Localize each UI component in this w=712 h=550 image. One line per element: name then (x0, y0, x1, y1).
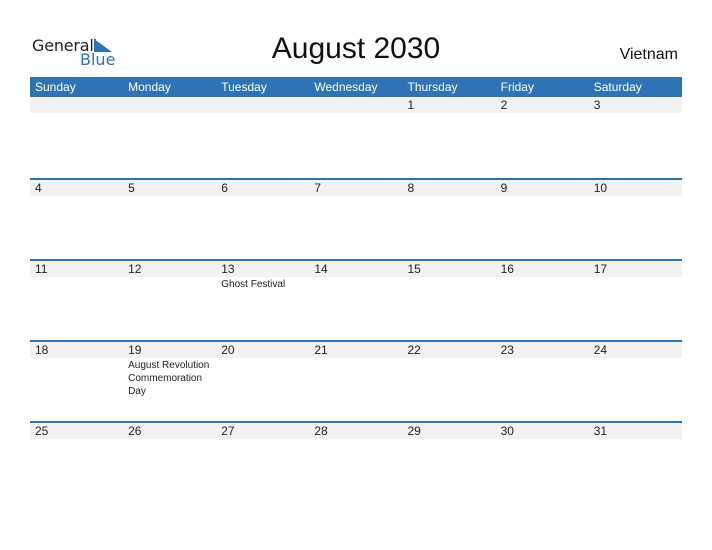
day-cell (123, 97, 216, 113)
day-number: 14 (314, 262, 328, 276)
day-number: 9 (500, 181, 508, 195)
day-cell: 7 (309, 180, 402, 196)
day-number: 7 (314, 181, 322, 195)
day-cell: 24 (589, 342, 682, 398)
weeks-container: 1 2 3 4 5 6 7 8 9 10 11 12 13 Ghost Festival 14 15 16 17 1… (30, 97, 682, 502)
day-cell: 10 (589, 180, 682, 196)
week-row: 25 26 27 28 29 30 31 (30, 421, 682, 502)
day-cell: 17 (589, 261, 682, 291)
day-cell: 6 (216, 180, 309, 196)
day-number: 21 (314, 343, 328, 357)
day-cell: 26 (123, 423, 216, 439)
day-number: 23 (500, 343, 514, 357)
day-cell: 9 (496, 180, 589, 196)
day-number: 19 (128, 343, 142, 357)
day-number: 22 (407, 343, 421, 357)
day-number (128, 97, 216, 113)
day-number: 18 (35, 343, 49, 357)
day-number: 5 (128, 181, 135, 195)
week-days: 4 5 6 7 8 9 10 (30, 180, 682, 196)
weekday-wednesday: Wednesday (314, 80, 378, 94)
week-row: 4 5 6 7 8 9 10 (30, 178, 682, 259)
day-number: 27 (221, 424, 235, 438)
day-number: 29 (407, 424, 421, 438)
day-cell: 18 (30, 342, 123, 398)
day-number: 31 (593, 424, 608, 438)
day-cell: 27 (216, 423, 309, 439)
day-cell: 25 (30, 423, 123, 439)
day-number: 1 (407, 98, 415, 112)
day-cell: 31 (589, 423, 682, 439)
day-number: 26 (128, 424, 142, 438)
week-days: 11 12 13 Ghost Festival 14 15 16 17 (30, 261, 682, 291)
day-number (314, 97, 402, 113)
day-cell: 8 (403, 180, 496, 196)
day-number: 10 (593, 181, 608, 195)
weekday-sunday: Sunday (35, 80, 76, 94)
day-number: 2 (500, 98, 508, 112)
day-cell: 1 (403, 97, 496, 113)
day-number: 17 (593, 262, 608, 276)
holiday-event: August Revolution Commemoration Day (128, 360, 210, 397)
day-cell (309, 97, 402, 113)
day-cell: 16 (496, 261, 589, 291)
day-cell: 3 (589, 97, 682, 113)
day-number: 11 (35, 262, 48, 276)
day-cell (30, 97, 123, 113)
day-number: 13 (221, 262, 235, 276)
weekday-header: Sunday Monday Tuesday Wednesday Thursday… (30, 77, 682, 97)
day-number (35, 97, 123, 113)
week-days: 1 2 3 (30, 97, 682, 113)
day-cell: 23 (496, 342, 589, 398)
day-cell: 14 (309, 261, 402, 291)
day-number (221, 97, 309, 113)
week-days: 25 26 27 28 29 30 31 (30, 423, 682, 439)
day-cell: 20 (216, 342, 309, 398)
day-cell: 22 (403, 342, 496, 398)
week-row: 11 12 13 Ghost Festival 14 15 16 17 (30, 259, 682, 340)
day-number: 16 (500, 262, 514, 276)
day-number: 24 (593, 343, 608, 357)
week-row: 1 2 3 (30, 97, 682, 178)
country-label: Vietnam (619, 46, 678, 63)
day-cell: 30 (496, 423, 589, 439)
day-cell: 4 (30, 180, 123, 196)
day-cell: 15 (403, 261, 496, 291)
day-number: 12 (128, 262, 142, 276)
day-cell: 12 (123, 261, 216, 291)
day-cell: 13 Ghost Festival (216, 261, 309, 291)
weekday-thursday: Thursday (407, 80, 458, 94)
day-cell: 5 (123, 180, 216, 196)
day-number: 25 (35, 424, 49, 438)
day-cell: 28 (309, 423, 402, 439)
calendar-grid: Sunday Monday Tuesday Wednesday Thursday… (30, 77, 682, 502)
day-cell: 29 (403, 423, 496, 439)
day-cell: 21 (309, 342, 402, 398)
day-number: 30 (500, 424, 514, 438)
day-number: 20 (221, 343, 235, 357)
day-number: 28 (314, 424, 328, 438)
day-cell (216, 97, 309, 113)
day-cell: 2 (496, 97, 589, 113)
weekday-friday: Friday (500, 80, 534, 94)
calendar-title: August 2030 (271, 32, 441, 65)
week-row: 18 19 August Revolution Commemoration Day 2… (30, 340, 682, 421)
day-number: 15 (407, 262, 421, 276)
day-number: 6 (221, 181, 228, 195)
day-number: 8 (407, 181, 415, 195)
weekday-saturday: Saturday (593, 80, 642, 94)
weekday-tuesday: Tuesday (221, 80, 267, 94)
week-days: 18 19 August Revolution Commemoration Day 2… (30, 342, 682, 398)
day-cell: 19 August Revolution Commemoration Day (123, 342, 216, 398)
weekday-monday: Monday (128, 80, 171, 94)
day-cell: 11 (30, 261, 123, 291)
day-number: 3 (593, 98, 601, 112)
day-number: 4 (35, 181, 42, 195)
holiday-event: Ghost Festival (221, 279, 286, 290)
